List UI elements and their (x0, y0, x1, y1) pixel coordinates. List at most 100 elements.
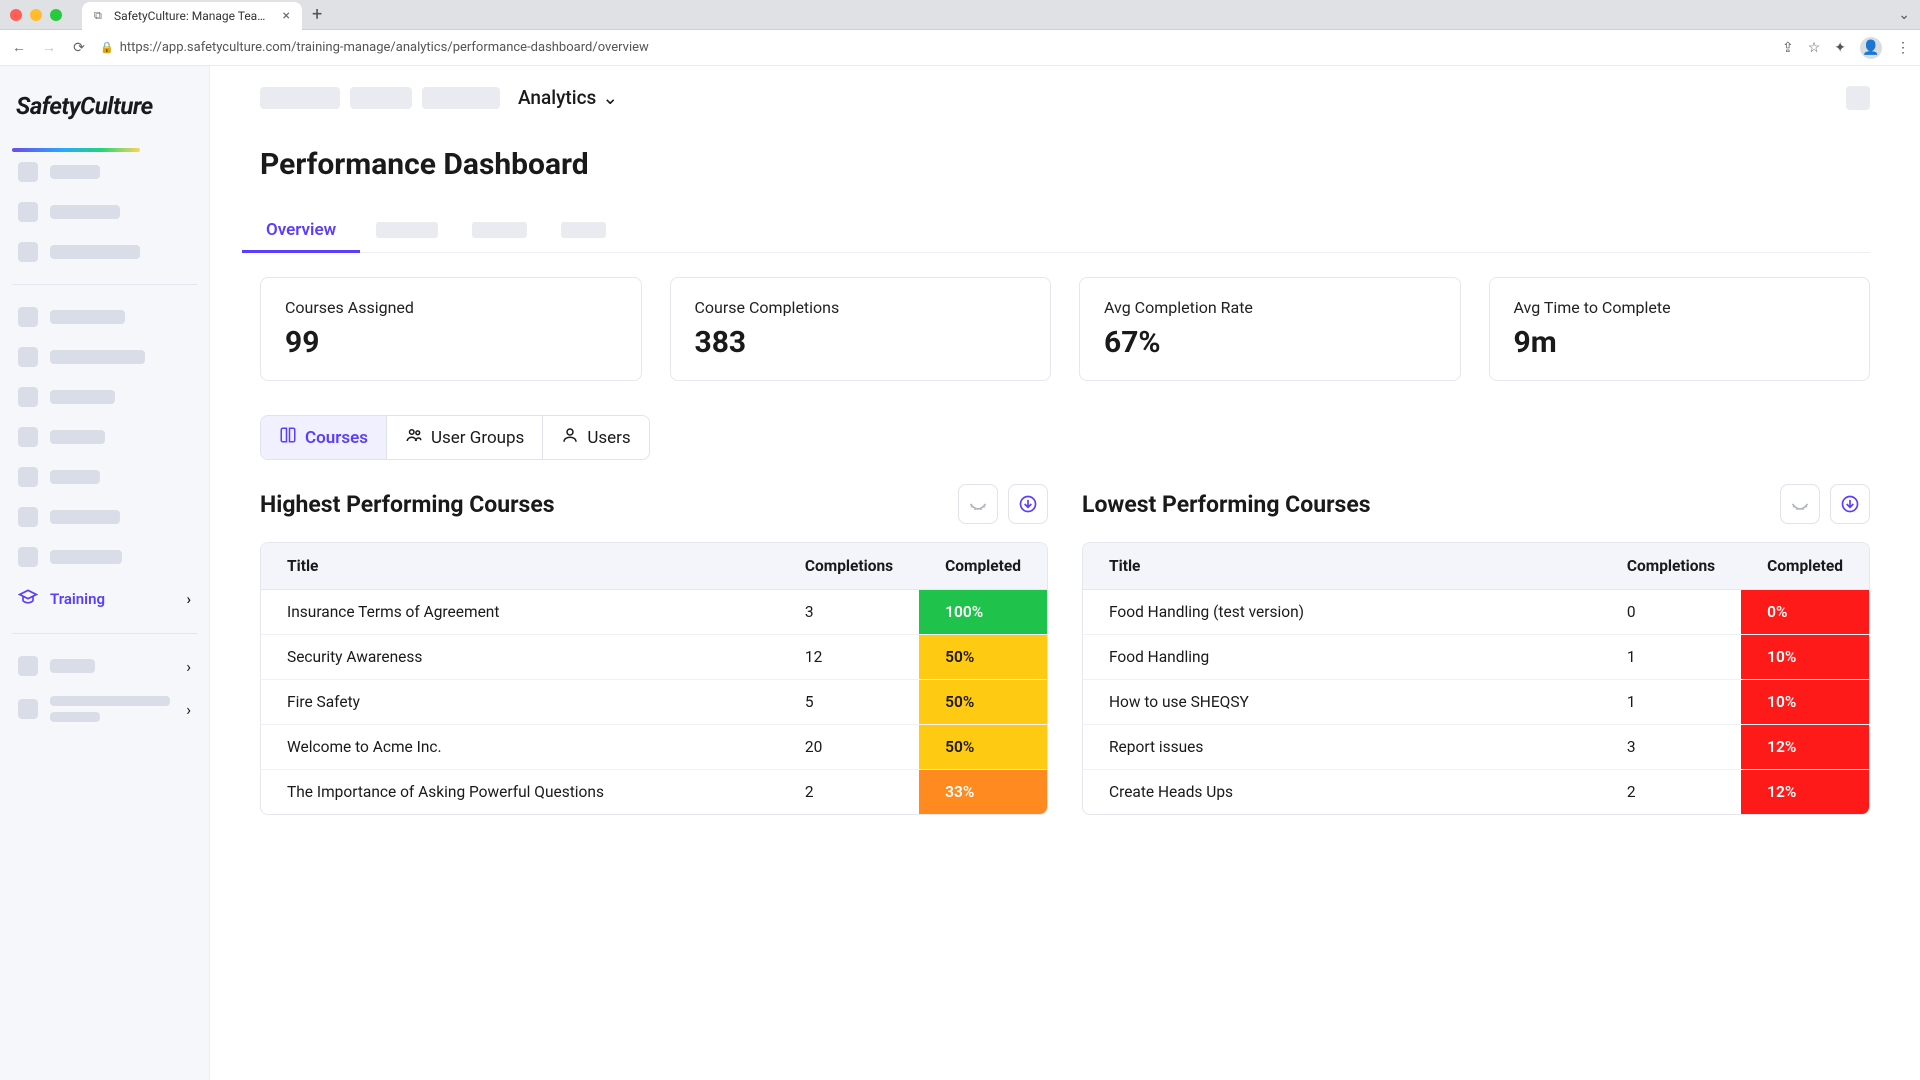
stat-card: Courses Assigned99 (260, 277, 642, 381)
stat-label: Course Completions (695, 298, 1027, 317)
cell-completed: 33% (919, 770, 1047, 814)
chevron-right-icon: › (186, 657, 191, 676)
extensions-icon[interactable]: ✦ (1834, 40, 1846, 56)
download-button[interactable] (1008, 484, 1048, 524)
page-title: Performance Dashboard (260, 147, 1870, 182)
main-content: Analytics ⌄ Performance Dashboard Overvi… (210, 66, 1920, 1080)
forward-button[interactable]: → (40, 39, 58, 56)
cell-title: Food Handling (test version) (1083, 590, 1601, 635)
cell-completed: 50% (919, 725, 1047, 770)
lowest-performing-panel: Lowest Performing Courses Title Completi… (1082, 484, 1870, 815)
tabs-overflow-icon[interactable]: ⌄ (1898, 7, 1910, 23)
sidebar-item-placeholder[interactable] (12, 417, 197, 457)
tab-placeholder[interactable] (561, 222, 606, 238)
segment-users[interactable]: Users (543, 416, 648, 459)
sidebar-item-placeholder[interactable] (12, 297, 197, 337)
tab-placeholder[interactable] (472, 222, 527, 238)
table-row[interactable]: Create Heads Ups212% (1083, 770, 1869, 814)
col-completions: Completions (779, 543, 919, 590)
table-row[interactable]: How to use SHEQSY110% (1083, 680, 1869, 725)
tab-close-icon[interactable]: × (283, 8, 290, 24)
tab-overview[interactable]: Overview (260, 208, 342, 252)
close-window-icon[interactable] (10, 9, 22, 21)
cell-title: Welcome to Acme Inc. (261, 725, 779, 770)
cell-title: Fire Safety (261, 680, 779, 725)
browser-address-bar: ← → ⟳ 🔒 https://app.safetyculture.com/tr… (0, 30, 1920, 66)
sidebar-item-placeholder[interactable]: › (12, 646, 197, 686)
cell-title: The Importance of Asking Powerful Questi… (261, 770, 779, 814)
stat-value: 67% (1104, 325, 1436, 360)
minimize-window-icon[interactable] (30, 9, 42, 21)
cell-completions: 3 (1601, 725, 1741, 770)
cell-title: Insurance Terms of Agreement (261, 590, 779, 635)
sidebar-item-placeholder[interactable] (12, 152, 197, 192)
cell-completed: 0% (1741, 590, 1869, 635)
breadcrumb-placeholder (260, 87, 340, 109)
cell-completions: 2 (1601, 770, 1741, 814)
cell-completions: 12 (779, 635, 919, 680)
stats-grid: Courses Assigned99 Course Completions 383 A… (260, 277, 1870, 381)
maximize-window-icon[interactable] (50, 9, 62, 21)
table-row[interactable]: Security Awareness1250% (261, 635, 1047, 680)
stat-card: Avg Time to Complete 9m (1489, 277, 1871, 381)
chevron-down-icon: ⌄ (602, 86, 618, 109)
topbar-action-placeholder[interactable] (1846, 86, 1870, 110)
segment-label: Users (587, 428, 630, 448)
table-row[interactable]: Food Handling (test version)00% (1083, 590, 1869, 635)
sidebar-item-placeholder[interactable]: › (12, 686, 197, 732)
hide-button[interactable] (958, 484, 998, 524)
window-controls[interactable] (10, 9, 62, 21)
segment-control: Courses User Groups Users (260, 415, 650, 460)
browser-menu-icon[interactable]: ⋮ (1896, 40, 1910, 56)
highest-courses-table: Title Completions Completed Insurance Te… (260, 542, 1048, 815)
cell-title: Create Heads Ups (1083, 770, 1601, 814)
sidebar-item-placeholder[interactable] (12, 497, 197, 537)
table-row[interactable]: Insurance Terms of Agreement3100% (261, 590, 1047, 635)
analytics-dropdown[interactable]: Analytics ⌄ (510, 82, 626, 113)
browser-tab[interactable]: ⧉ SafetyCulture: Manage Teams and ... × (82, 2, 302, 30)
sidebar-item-placeholder[interactable] (12, 537, 197, 577)
table-row[interactable]: Food Handling110% (1083, 635, 1869, 680)
cell-completed: 12% (1741, 725, 1869, 770)
eye-closed-icon (1790, 494, 1810, 514)
lowest-courses-table: Title Completions Completed Food Handlin… (1082, 542, 1870, 815)
stat-value: 383 (695, 325, 1027, 360)
sidebar-item-placeholder[interactable] (12, 337, 197, 377)
tab-placeholder[interactable] (376, 222, 438, 238)
lock-icon: 🔒 (100, 41, 114, 54)
table-row[interactable]: Report issues312% (1083, 725, 1869, 770)
breadcrumb-placeholder (422, 87, 500, 109)
sidebar-item-placeholder[interactable] (12, 377, 197, 417)
stat-label: Avg Time to Complete (1514, 298, 1846, 317)
back-button[interactable]: ← (10, 39, 28, 56)
url-field[interactable]: 🔒 https://app.safetyculture.com/training… (100, 40, 1770, 55)
sidebar-item-label: Training (50, 590, 105, 608)
segment-user-groups[interactable]: User Groups (387, 416, 543, 459)
chevron-right-icon: › (186, 590, 191, 608)
bookmark-icon[interactable]: ☆ (1808, 40, 1821, 56)
highest-performing-panel: Highest Performing Courses Title Complet… (260, 484, 1048, 815)
sidebar-item-placeholder[interactable] (12, 192, 197, 232)
chevron-right-icon: › (186, 700, 191, 719)
reload-button[interactable]: ⟳ (70, 40, 88, 56)
segment-courses[interactable]: Courses (261, 416, 387, 459)
table-row[interactable]: The Importance of Asking Powerful Questi… (261, 770, 1047, 814)
table-row[interactable]: Fire Safety550% (261, 680, 1047, 725)
sidebar-item-training[interactable]: Training › (12, 577, 197, 621)
new-tab-button[interactable]: + (312, 4, 322, 25)
users-icon (405, 426, 423, 449)
dropdown-label: Analytics (518, 86, 596, 109)
cell-completions: 3 (779, 590, 919, 635)
stat-value: 9m (1514, 325, 1846, 360)
download-button[interactable] (1830, 484, 1870, 524)
share-icon[interactable]: ⇪ (1782, 40, 1794, 56)
profile-avatar-icon[interactable]: 👤 (1860, 37, 1882, 59)
sidebar-item-placeholder[interactable] (12, 232, 197, 272)
hide-button[interactable] (1780, 484, 1820, 524)
col-completed: Completed (919, 543, 1047, 590)
table-row[interactable]: Welcome to Acme Inc.2050% (261, 725, 1047, 770)
sidebar-item-placeholder[interactable] (12, 457, 197, 497)
cell-completed: 10% (1741, 680, 1869, 725)
stat-value: 99 (285, 325, 617, 360)
cell-completions: 1 (1601, 635, 1741, 680)
